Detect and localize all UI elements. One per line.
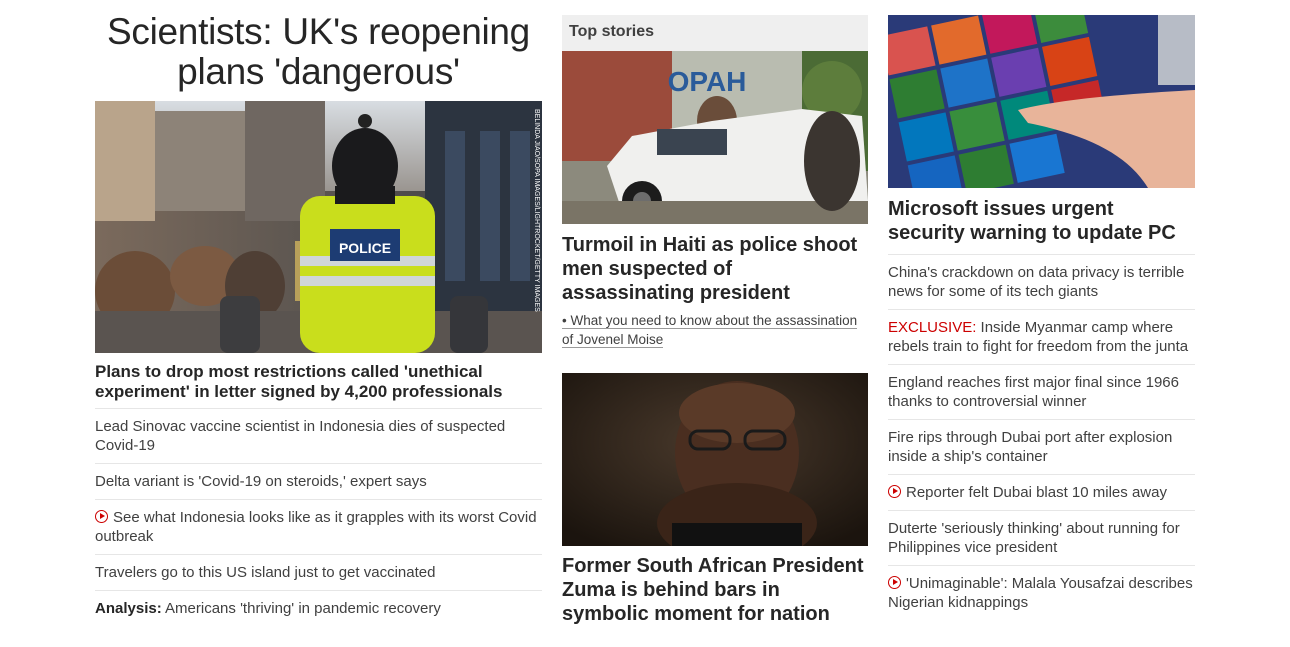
windows-tablet-photo [888,15,1195,188]
right-headlines-list: China's crackdown on data privacy is ter… [888,254,1195,620]
video-play-icon [888,485,901,498]
list-item-text[interactable]: Travelers go to this US island just to g… [95,564,435,581]
zuma-story-image[interactable] [562,373,868,546]
list-item-text[interactable]: England reaches first major final since … [888,374,1179,410]
list-item[interactable]: England reaches first major final since … [888,364,1195,419]
zuma-photo [562,373,868,546]
list-item-text[interactable]: Fire rips through Dubai port after explo… [888,429,1172,465]
list-item[interactable]: Duterte 'seriously thinking' about runni… [888,510,1195,565]
list-item-text[interactable]: Americans 'thriving' in pandemic recover… [162,600,441,617]
list-item[interactable]: Travelers go to this US island just to g… [95,554,542,590]
list-item-text[interactable]: Delta variant is 'Covid-19 on steroids,'… [95,473,427,490]
related-headlines-list: Lead Sinovac vaccine scientist in Indone… [95,408,542,626]
microsoft-headline-link[interactable]: Microsoft issues urgent security warning… [888,197,1195,245]
top-stories-column: Top stories OPAH Turmoil in Haiti as pol… [562,0,868,626]
list-item-text[interactable]: China's crackdown on data privacy is ter… [888,264,1184,300]
haiti-story-image[interactable]: OPAH [562,51,868,224]
list-item[interactable]: China's crackdown on data privacy is ter… [888,254,1195,309]
analysis-kicker: Analysis: [95,600,162,617]
list-item-text[interactable]: See what Indonesia looks like as it grap… [95,509,537,545]
photo-credit: BELINDA JIAO/SOPA IMAGES/LIGHTROCKET/GET… [533,109,540,312]
mural-text: OPAH [668,66,747,97]
list-item-text[interactable]: 'Unimaginable': Malala Yousafzai describ… [888,575,1193,611]
list-item[interactable]: 'Unimaginable': Malala Yousafzai describ… [888,565,1195,620]
svg-text:POLICE: POLICE [339,240,391,256]
list-item[interactable]: Delta variant is 'Covid-19 on steroids,'… [95,463,542,499]
zuma-headline-link[interactable]: Former South African President Zuma is b… [562,554,868,626]
hero-headline[interactable]: Scientists: UK's reopening plans 'danger… [95,12,542,92]
haiti-headline-link[interactable]: Turmoil in Haiti as police shoot men sus… [562,233,868,305]
list-item[interactable]: EXCLUSIVE: Inside Myanmar camp where reb… [888,309,1195,364]
hero-photo: POLICE BELINDA JIAO/SOPA IMAGES/LIGHTROC… [95,101,542,353]
haiti-photo: OPAH [562,51,868,224]
list-item[interactable]: Fire rips through Dubai port after explo… [888,419,1195,474]
video-play-icon [95,510,108,523]
list-item[interactable]: See what Indonesia looks like as it grap… [95,499,542,554]
right-column: Microsoft issues urgent security warning… [888,0,1195,620]
exclusive-kicker: EXCLUSIVE: [888,319,977,336]
microsoft-story-image[interactable] [888,15,1195,188]
list-item-text[interactable]: Lead Sinovac vaccine scientist in Indone… [95,418,505,454]
list-item-text[interactable]: Reporter felt Dubai blast 10 miles away [906,484,1167,501]
list-item[interactable]: Lead Sinovac vaccine scientist in Indone… [95,408,542,463]
hero-image-police-officer[interactable]: POLICE BELINDA JIAO/SOPA IMAGES/LIGHTROC… [95,101,542,353]
video-play-icon [888,576,901,589]
list-item-text[interactable]: Duterte 'seriously thinking' about runni… [888,520,1180,556]
list-item[interactable]: Reporter felt Dubai blast 10 miles away [888,474,1195,510]
list-item[interactable]: Analysis: Americans 'thriving' in pandem… [95,590,542,626]
haiti-explainer-link[interactable]: • What you need to know about the assass… [562,311,868,349]
hero-caption-link[interactable]: Plans to drop most restrictions called '… [95,362,542,402]
haiti-explainer-text[interactable]: • What you need to know about the assass… [562,313,858,348]
lead-story-column: Scientists: UK's reopening plans 'danger… [95,0,542,626]
section-title: Top stories [562,15,868,51]
